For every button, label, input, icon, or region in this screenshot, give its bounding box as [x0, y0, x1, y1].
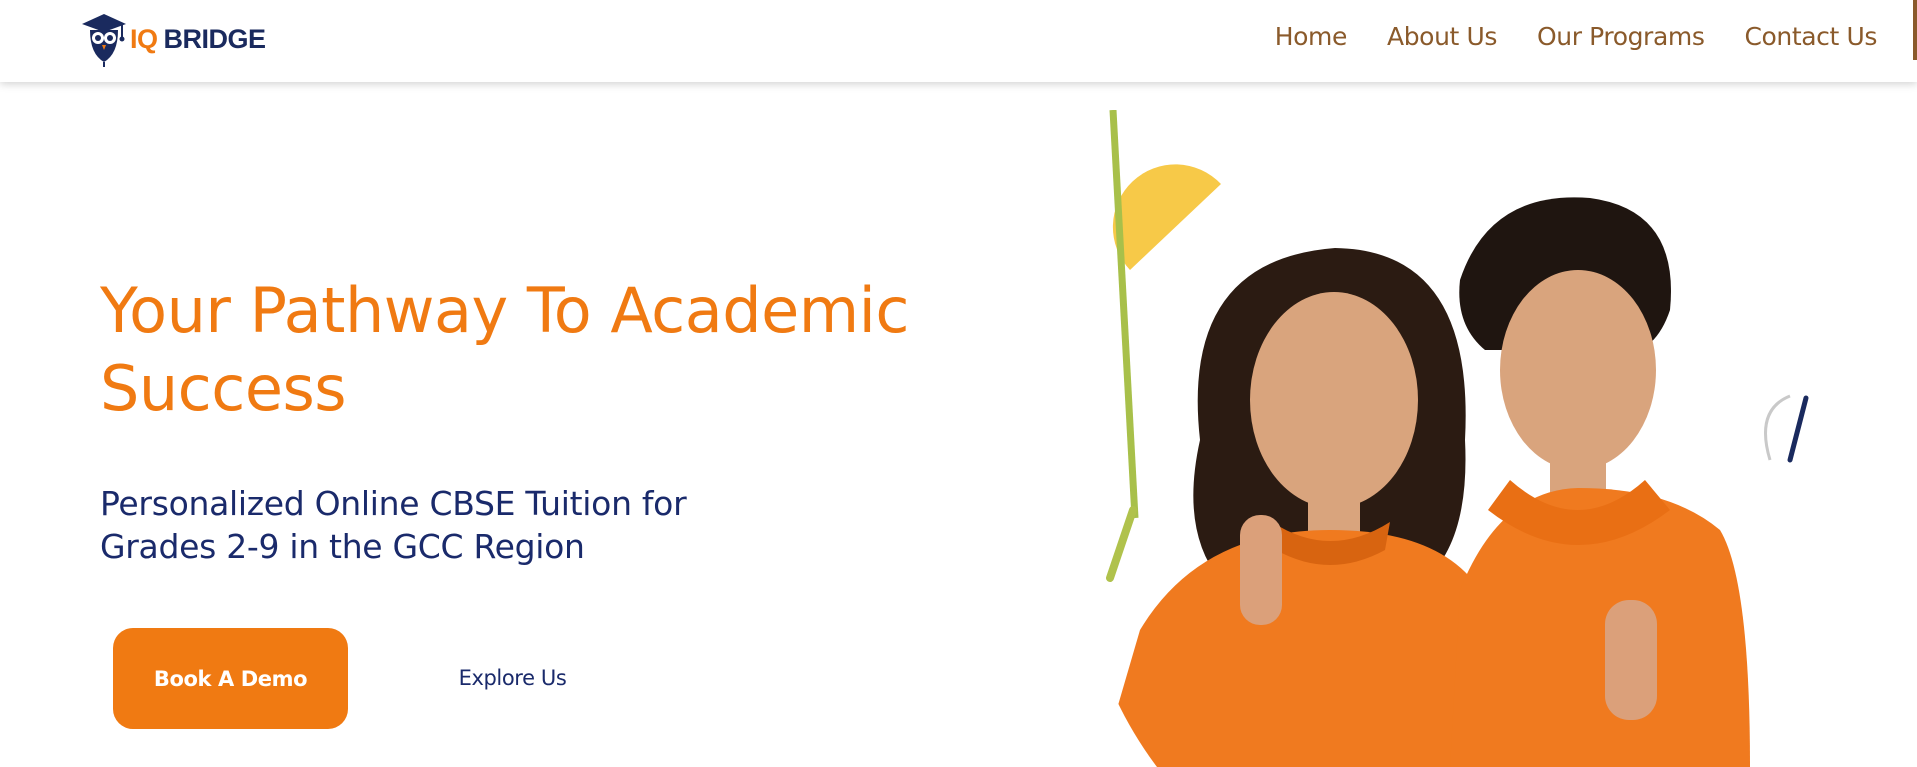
main-nav: Home About Us Our Programs Contact Us	[1275, 22, 1878, 51]
brand-prefix: IQ	[130, 23, 158, 54]
scrollbar-edge[interactable]	[1913, 0, 1917, 60]
nav-link-our-programs[interactable]: Our Programs	[1537, 22, 1705, 51]
brand-logo[interactable]: IQ BRIDGE	[78, 10, 266, 68]
top-navbar: IQ BRIDGE Home About Us Our Programs Cont…	[0, 0, 1917, 82]
hero-title: Your Pathway To Academic Success	[100, 274, 909, 425]
nav-link-home[interactable]: Home	[1275, 22, 1348, 51]
brand-name: IQ BRIDGE	[130, 24, 266, 55]
explore-us-button[interactable]: Explore Us	[420, 648, 605, 708]
owl-graduate-icon	[82, 14, 126, 67]
hero-students-image	[1030, 109, 1917, 767]
nav-link-about-us[interactable]: About Us	[1387, 22, 1497, 51]
brand-suffix: BRIDGE	[163, 23, 267, 54]
book-demo-button[interactable]: Book A Demo	[113, 628, 348, 729]
hero-subtitle: Personalized Online CBSE Tuition for Gra…	[100, 484, 687, 566]
nav-link-contact-us[interactable]: Contact Us	[1744, 22, 1877, 51]
